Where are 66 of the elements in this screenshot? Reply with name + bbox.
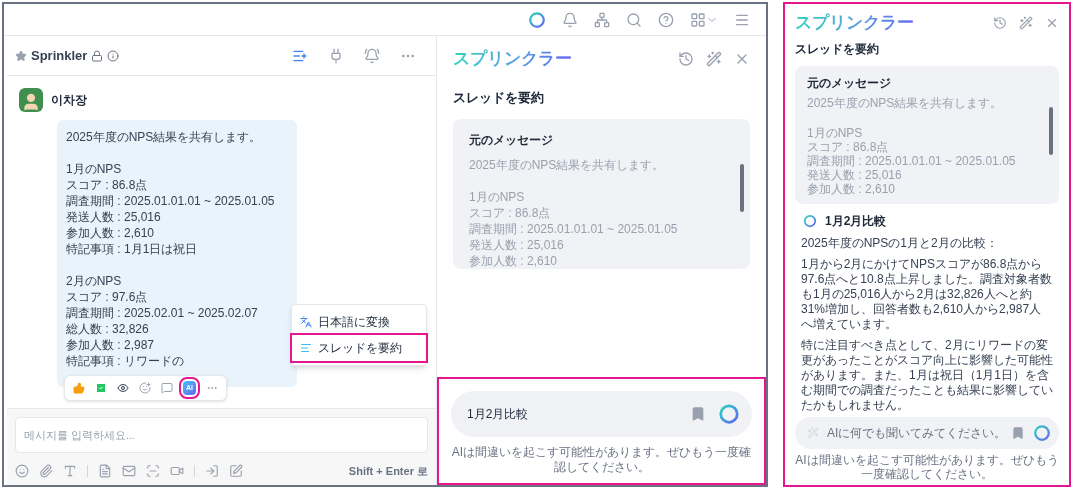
magic-wand-icon[interactable] [706, 50, 722, 67]
bookmark-icon[interactable] [690, 406, 706, 422]
prompt-field[interactable]: AIに何でも聞いてみてください。 [795, 417, 1059, 449]
result-paragraph: 2025年度のNPSの1月と2月の比較： [801, 235, 999, 251]
result-paragraph: 特に注目すべき点として、2月にリワードの変更があったことがスコア向上に影響した可能性があります。また、1月は祝日（1月1日）を含む期間での調査だったことも結果に影響していたかもしれません。 [801, 337, 1053, 413]
source-message-text: 2025年度のNPS結果を共有します。 [807, 95, 1004, 110]
loading-ring-icon [528, 10, 546, 29]
star-icon[interactable] [15, 49, 27, 62]
comment-icon[interactable] [161, 382, 173, 394]
prompt-input[interactable]: AIに何でも聞いてみてください。 [827, 424, 1003, 442]
source-message-label: 元のメッセージ [807, 74, 892, 92]
send-ring-icon [1033, 424, 1051, 442]
loading-ring-icon [803, 213, 817, 228]
panel-title: スレッドを要約 [795, 40, 880, 58]
help-icon[interactable] [658, 11, 674, 28]
search-icon[interactable] [626, 11, 642, 28]
prompt-input[interactable]: 1月2月比較 [467, 405, 678, 423]
scrollbar-thumb[interactable] [740, 164, 744, 212]
text-format-icon[interactable] [63, 463, 77, 478]
info-icon[interactable] [107, 49, 120, 62]
bookmark-icon[interactable] [1011, 426, 1025, 440]
grid-icon[interactable] [690, 11, 706, 28]
sender-name: 이차장 [51, 92, 87, 109]
scrollbar-thumb[interactable] [1049, 106, 1053, 155]
send-ring-icon [718, 403, 740, 425]
capture-icon[interactable] [146, 463, 160, 478]
document-icon[interactable] [98, 463, 112, 478]
history-icon[interactable] [678, 50, 694, 67]
result-paragraph: 1月から2月にかけてNPSスコアが86.8点から97.6点へと10.8点上昇しました。調査対象者数も1月の25,016人から2月は32,826人へと約31%増加し、回答者数も2,610人から2,987人へ増えています。 [801, 256, 1053, 332]
source-message-text: 1月のNPS スコア : 86.8点 調査期間 : 2025.01.01.01 ~ 2025.01.05 発送人数 : 25,016 参加人数 : 2,610 [807, 125, 1017, 196]
add-reaction-icon[interactable] [139, 382, 151, 394]
lock-icon [91, 49, 104, 62]
eyes-icon[interactable] [117, 382, 129, 394]
source-message-label: 元のメッセージ [469, 132, 554, 149]
check-box-icon[interactable] [95, 382, 107, 394]
prompt-field[interactable]: 1月2月比較 [451, 391, 752, 437]
history-icon[interactable] [993, 15, 1007, 30]
lines-icon [300, 342, 312, 354]
enter-icon[interactable] [205, 463, 219, 478]
org-chart-icon[interactable] [594, 11, 610, 28]
mail-icon[interactable] [122, 463, 136, 478]
shortcut-hint: Shift + Enter 로 [348, 463, 428, 479]
bell-icon[interactable] [562, 11, 578, 28]
source-message-text: 1月のNPS スコア : 86.8点 調査期間 : 2025.01.01.01 ~ 2025.01.05 発送人数 : 25,016 参加人数 : 2,610 [469, 189, 679, 269]
message-text: 2025年度のNPS結果を共有します。 [66, 129, 263, 145]
result-heading: 1月2月比較 [825, 212, 887, 230]
emoji-icon[interactable] [15, 463, 29, 478]
menu-item[interactable]: 日本語に変換 [292, 309, 426, 335]
disclaimer: AIは間違いを起こす可能性があります。ぜひもう一度確認してください。 [451, 445, 752, 475]
source-message-text: 2025年度のNPS結果を共有します。 [469, 157, 666, 173]
magic-wand-icon[interactable] [1019, 15, 1033, 30]
message-text: 2月のNPS スコア : 97.6点 調査期間 : 2025.02.01 ~ 2025.02.07 総人数 : 32,826 参加人数 : 2,987 特記事項 : リワードの [66, 273, 259, 369]
edit-icon[interactable] [229, 463, 243, 478]
plug-icon[interactable] [328, 47, 344, 64]
magic-wand-icon [807, 427, 819, 439]
translate-icon [300, 316, 312, 328]
avatar[interactable] [19, 88, 43, 112]
alarm-icon[interactable] [364, 47, 380, 64]
message-text: 1月のNPS スコア : 86.8点 調査期間 : 2025.01.01.01 ~ 2025.01.05 発送人数 : 25,016 参加人数 : 2,610 特記事項 : 1月1日は祝日 [66, 161, 276, 257]
channel-name: Sprinkler [31, 46, 88, 65]
thumbs-up-icon[interactable] [73, 382, 85, 394]
disclaimer: AIは間違いを起こす可能性があります。ぜひもう一度確認してください。 [795, 453, 1059, 481]
panel-title: スレッドを要約 [453, 88, 545, 107]
attach-icon[interactable] [39, 463, 53, 478]
message-input[interactable]: 메시지를 입력하세요... [15, 416, 428, 453]
menu-item[interactable]: スレッドを要約 [292, 335, 426, 361]
